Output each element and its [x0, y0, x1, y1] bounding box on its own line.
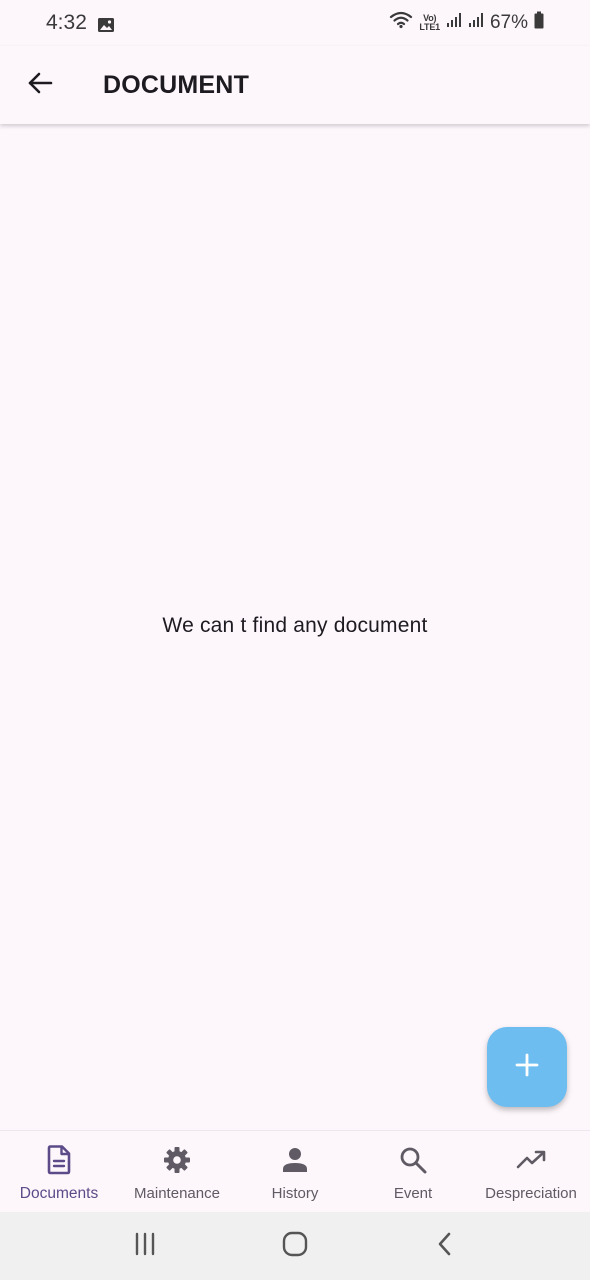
home-icon: [282, 1231, 308, 1262]
volte-bottom-text: LTE1: [419, 22, 440, 32]
content-area: We can t find any document: [0, 124, 590, 1130]
recent-apps-icon: [133, 1232, 157, 1261]
nav-item-maintenance[interactable]: Maintenance: [118, 1131, 236, 1212]
battery-percent: 67%: [489, 12, 528, 33]
nav-item-documents[interactable]: Documents: [0, 1131, 118, 1212]
wifi-icon: [389, 11, 413, 35]
back-button[interactable]: [12, 57, 68, 113]
home-button[interactable]: [265, 1221, 325, 1271]
arrow-back-icon: [26, 69, 54, 102]
person-icon: [280, 1145, 310, 1175]
nav-item-despreciation[interactable]: Despreciation: [472, 1131, 590, 1212]
battery-icon: [534, 11, 544, 35]
empty-state-message: We can t find any document: [162, 614, 428, 637]
volte-icon: Vo) LTE1: [419, 14, 440, 32]
recent-apps-button[interactable]: [115, 1221, 175, 1271]
search-icon: [398, 1145, 428, 1175]
screen: 4:32 Vo) LTE1 67% DOCUMENT We can t find…: [0, 0, 590, 1280]
signal-icon-1: [446, 12, 462, 34]
plus-icon: [514, 1052, 540, 1083]
app-bar: DOCUMENT: [0, 46, 590, 124]
trending-up-icon: [516, 1145, 546, 1175]
back-chevron-icon: [435, 1231, 455, 1262]
system-back-button[interactable]: [415, 1221, 475, 1271]
status-left: 4:32: [46, 11, 115, 35]
nav-label-history: History: [271, 1185, 319, 1202]
nav-label-documents: Documents: [19, 1185, 99, 1202]
nav-item-history[interactable]: History: [236, 1131, 354, 1212]
bottom-navigation: Documents Maintenance History Event Desp…: [0, 1130, 590, 1212]
page-title: DOCUMENT: [103, 70, 250, 99]
status-right: Vo) LTE1 67%: [389, 11, 544, 35]
nav-item-event[interactable]: Event: [354, 1131, 472, 1212]
nav-label-event: Event: [393, 1185, 433, 1202]
document-icon: [44, 1145, 74, 1175]
gallery-icon: [97, 15, 115, 32]
gear-icon: [162, 1145, 192, 1175]
add-document-button[interactable]: [487, 1027, 567, 1107]
status-bar: 4:32 Vo) LTE1 67%: [0, 0, 590, 46]
nav-label-maintenance: Maintenance: [134, 1185, 220, 1202]
signal-icon-2: [468, 12, 484, 34]
status-time: 4:32: [46, 11, 87, 34]
system-navigation-bar: [0, 1212, 590, 1280]
nav-label-despreciation: Despreciation: [485, 1185, 577, 1202]
